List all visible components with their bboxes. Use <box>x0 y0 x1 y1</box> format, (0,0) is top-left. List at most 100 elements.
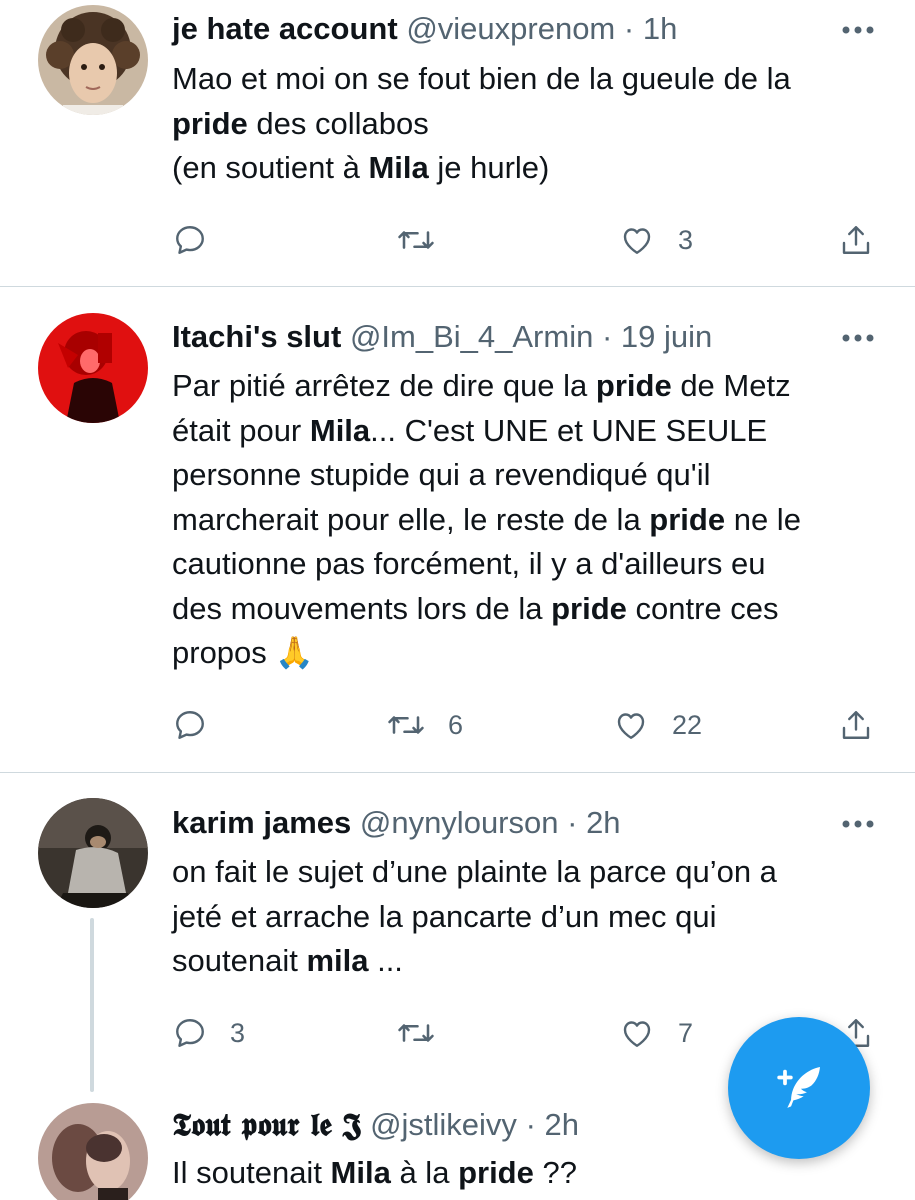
tweet-text-line: Il soutenait Mila à la pride ?? <box>172 1151 865 1196</box>
text-segment: était pour <box>172 412 310 448</box>
text-segment: (en soutient à <box>172 150 369 185</box>
tweet-header: je hate account @vieuxprenom · 1h <box>172 9 855 49</box>
share-button[interactable] <box>838 705 874 745</box>
tweet-text: Par pitié arrêtez de dire que la pride d… <box>172 364 865 676</box>
heart-icon <box>623 228 651 254</box>
retweet-icon <box>398 1024 434 1042</box>
retweet-icon <box>398 231 434 249</box>
separator-dot: · <box>525 1107 536 1142</box>
reply-button[interactable] <box>172 220 230 260</box>
tweet-text: Mao et moi on se fout bien de la gueule … <box>172 57 865 191</box>
highlighted-term: mila <box>306 943 369 978</box>
avatar[interactable] <box>38 1103 148 1200</box>
tweet-text: Il soutenait Mila à la pride ?? <box>172 1151 865 1196</box>
tweet-text-line: jeté et arrache la pancarte d’un mec qui <box>172 898 717 934</box>
compose-tweet-icon <box>777 1067 820 1108</box>
display-name[interactable]: Itachi's slut <box>172 319 341 354</box>
more-icon[interactable] <box>841 818 875 830</box>
tweet[interactable]: je hate account @vieuxprenom · 1h Mao et… <box>0 0 915 285</box>
timestamp[interactable]: 1h <box>643 11 677 46</box>
avatar[interactable] <box>38 313 148 423</box>
like-button[interactable]: 3 <box>618 220 693 260</box>
tweet-text-line: soutenait mila ... <box>172 939 865 984</box>
retweet-button[interactable] <box>396 220 458 260</box>
highlighted-term: Mila <box>330 1155 391 1190</box>
share-button[interactable] <box>838 220 874 260</box>
highlighted-term: pride <box>172 105 248 141</box>
retweet-count: 6 <box>448 709 464 740</box>
tweet-text-line: des mouvements lors de la pride contre c… <box>172 587 865 632</box>
text-segment: propos <box>172 635 276 670</box>
user-handle[interactable]: @vieuxprenom <box>406 11 615 46</box>
text-segment: ne le <box>725 501 801 537</box>
timestamp[interactable]: 2h <box>545 1107 579 1142</box>
retweet-icon <box>388 716 424 734</box>
highlighted-term: Mila <box>368 150 429 185</box>
highlighted-term: pride <box>458 1155 534 1190</box>
separator-dot: · <box>601 319 613 354</box>
text-segment: soutenait <box>172 943 307 978</box>
tweet-text-line: Par pitié arrêtez de dire que la pride d… <box>172 364 865 409</box>
tweet-actions: 6 22 <box>172 705 892 745</box>
retweet-button[interactable] <box>396 1013 458 1053</box>
avatar[interactable] <box>38 798 148 908</box>
like-count: 22 <box>672 709 703 740</box>
highlighted-term: pride <box>595 368 672 403</box>
heart-icon <box>617 713 645 739</box>
highlighted-term: pride <box>649 501 726 537</box>
user-handle[interactable]: @Im_Bi_4_Armin <box>350 319 593 354</box>
tweet-text-line: cautionne pas forcément, il y a d'ailleu… <box>172 546 766 581</box>
reply-icon <box>176 1019 204 1047</box>
like-button[interactable]: 7 <box>618 1013 693 1053</box>
text-segment: Il soutenait <box>172 1155 331 1190</box>
reply-icon <box>176 226 204 254</box>
text-segment: contre ces <box>626 590 779 626</box>
reply-button[interactable]: 3 <box>172 1013 245 1053</box>
avatar[interactable] <box>38 5 148 115</box>
text-segment: à la <box>390 1155 459 1190</box>
text-segment: des collabos <box>247 105 429 141</box>
more-icon[interactable] <box>841 24 875 36</box>
text-segment: des mouvements lors de la <box>172 590 552 626</box>
timestamp[interactable]: 2h <box>586 805 620 840</box>
like-count: 3 <box>678 224 694 255</box>
separator-dot: · <box>567 805 578 840</box>
reply-count: 3 <box>230 1017 246 1048</box>
like-count: 7 <box>678 1017 694 1048</box>
tweet-text-line: Mao et moi on se fout bien de la gueule … <box>172 61 791 96</box>
timestamp[interactable]: 19 juin <box>621 319 712 354</box>
tweet-text-line: on fait le sujet d’une plainte la parce … <box>172 854 777 889</box>
text-segment: ... <box>368 943 403 978</box>
thread-connector-line <box>90 918 94 1092</box>
timeline: je hate account @vieuxprenom · 1h Mao et… <box>0 0 915 1200</box>
text-segment: je hurle) <box>428 150 550 185</box>
tweet-text-line: était pour Mila... C'est UNE et UNE SEUL… <box>172 409 865 454</box>
highlighted-term: Mila <box>309 412 371 448</box>
share-icon <box>842 226 870 254</box>
share-icon <box>842 711 870 739</box>
highlighted-term: pride <box>551 590 627 626</box>
tweet-text-line: propos 🙏 <box>172 631 865 676</box>
display-name[interactable]: 𝕿𝖔𝖚𝖙 𝖕𝖔𝖚𝖗 𝖑𝖊 𝕵 <box>172 1107 361 1143</box>
display-name[interactable]: karim james <box>172 805 351 840</box>
like-button[interactable]: 22 <box>612 705 702 745</box>
heart-icon <box>623 1021 651 1047</box>
tweet[interactable]: Itachi's slut @Im_Bi_4_Armin · 19 juin P… <box>0 287 915 772</box>
reply-button[interactable] <box>172 705 230 745</box>
user-handle[interactable]: @jstlikeivy <box>370 1107 517 1142</box>
retweet-button[interactable]: 6 <box>386 705 463 745</box>
text-segment: marcherait pour elle, le reste de la <box>172 501 650 537</box>
tweet-text: on fait le sujet d’une plainte la parce … <box>172 850 865 984</box>
user-handle[interactable]: @nynylourson <box>360 805 559 840</box>
tweet-actions: 3 <box>172 220 892 260</box>
compose-tweet-button[interactable] <box>728 1017 870 1159</box>
more-icon[interactable] <box>841 332 875 344</box>
text-segment: de Metz <box>671 368 791 403</box>
tweet-text-line: pride des collabos <box>172 102 865 147</box>
separator-dot: · <box>623 11 635 46</box>
display-name[interactable]: je hate account <box>172 11 398 46</box>
text-segment: ?? <box>533 1155 577 1190</box>
text-segment: ... C'est UNE et UNE SEULE <box>370 412 768 448</box>
tweet-header: Itachi's slut @Im_Bi_4_Armin · 19 juin <box>172 317 855 357</box>
tweet-text-line: personne stupide qui a revendiqué qu'il <box>172 457 711 492</box>
